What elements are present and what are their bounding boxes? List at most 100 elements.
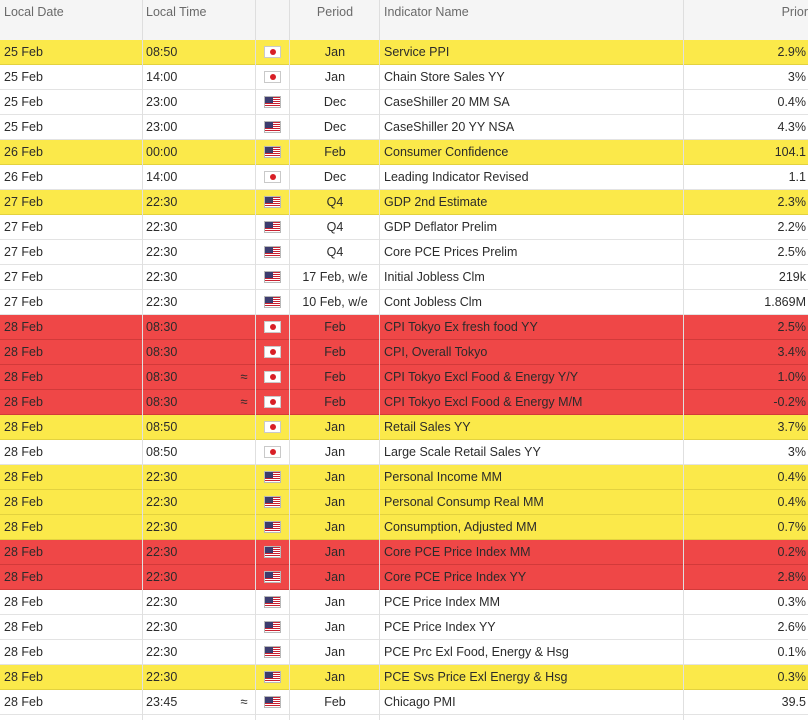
row-time: 22:30 — [146, 570, 178, 584]
row-prior: 219k — [778, 270, 806, 284]
row-time: 14:00 — [146, 70, 178, 84]
row-time: 22:30 — [146, 495, 178, 509]
table-row[interactable]: 28 Feb 22:30 Jan PCE Price Index YY 2.6% — [0, 615, 808, 640]
row-date: 28 Feb — [4, 695, 43, 709]
row-period: 10 Feb, w/e — [302, 295, 368, 309]
row-date: 26 Feb — [4, 145, 43, 159]
row-country-flag — [264, 540, 282, 564]
row-country-flag — [264, 165, 282, 189]
row-prior: 3% — [787, 445, 806, 459]
table-row[interactable]: 28 Feb 08:50 Jan Large Scale Retail Sales Y… — [0, 440, 808, 465]
table-row[interactable]: 28 Feb 22:30 Jan Core PCE Price Index YY 2.8… — [0, 565, 808, 590]
table-row[interactable]: 28 Feb 08:30 ≈ Feb CPI Tokyo Excl Food & Ene… — [0, 390, 808, 415]
row-period: Jan — [324, 445, 346, 459]
table-row[interactable]: 28 Feb 22:30 Jan Personal Income MM 0.4% — [0, 465, 808, 490]
us-flag-icon — [264, 121, 281, 133]
header-divider — [289, 0, 290, 40]
row-indicator-name: Consumer Confidence — [384, 145, 509, 159]
table-row[interactable]: 27 Feb 22:30 Q4 GDP 2nd Estimate 2.3% — [0, 190, 808, 215]
row-date: 28 Feb — [4, 470, 43, 484]
row-period: Jan — [324, 420, 346, 434]
table-row[interactable]: 28 Feb 08:50 Jan Retail Sales YY 3.7% — [0, 415, 808, 440]
header-prior[interactable]: Prior — [690, 0, 808, 40]
row-date: 25 Feb — [4, 45, 43, 59]
row-date: 28 Feb — [4, 595, 43, 609]
table-row[interactable]: 28 Feb 22:30 Jan PCE Price Index MM 0.3% — [0, 590, 808, 615]
row-country-flag — [264, 265, 282, 289]
row-date: 28 Feb — [4, 570, 43, 584]
row-prior: 39.5 — [781, 695, 806, 709]
table-row[interactable]: 28 Feb 08:30 Feb CPI Tokyo Ex fresh food YY… — [0, 315, 808, 340]
table-row[interactable]: 28 Feb 23:45 ≈ Feb Chicago PMI 39.5 — [0, 690, 808, 715]
row-time: 22:30 — [146, 545, 178, 559]
row-time: 08:50 — [146, 45, 178, 59]
table-row[interactable]: 27 Feb 22:30 10 Feb, w/e Cont Jobless Clm 1.… — [0, 290, 808, 315]
row-prior: 1.869M — [764, 295, 806, 309]
header-divider — [683, 0, 684, 40]
table-row[interactable]: 28 Feb 22:30 Jan Personal Consump Real MM 0.… — [0, 490, 808, 515]
header-local-time[interactable]: Local Time — [146, 0, 206, 40]
row-period: Jan — [324, 520, 346, 534]
row-period: Jan — [324, 645, 346, 659]
table-row[interactable]: 25 Feb 08:50 Jan Service PPI 2.9% — [0, 40, 808, 65]
us-flag-icon — [264, 646, 281, 658]
row-prior: 2.9% — [777, 45, 807, 59]
table-row[interactable]: 25 Feb 23:00 Dec CaseShiller 20 MM SA 0.4% — [0, 90, 808, 115]
japan-flag-icon — [264, 46, 281, 58]
header-indicator-name[interactable]: Indicator Name — [384, 0, 469, 40]
row-prior: 3.4% — [777, 345, 807, 359]
row-prior: 0.4% — [777, 95, 807, 109]
us-flag-icon — [264, 571, 281, 583]
row-prior: 2.6% — [777, 620, 807, 634]
row-period: Jan — [324, 70, 346, 84]
table-row[interactable]: 27 Feb 22:30 Q4 Core PCE Prices Prelim 2.5% — [0, 240, 808, 265]
row-period: Jan — [324, 620, 346, 634]
row-prior: 0.2% — [777, 545, 807, 559]
row-country-flag — [264, 465, 282, 489]
table-row[interactable]: 28 Feb 22:30 Jan Consumption, Adjusted MM 0.… — [0, 515, 808, 540]
table-row[interactable]: 25 Feb 23:00 Dec CaseShiller 20 YY NSA 4.3% — [0, 115, 808, 140]
row-country-flag — [264, 190, 282, 214]
table-row[interactable]: 28 Feb 08:30 Feb CPI, Overall Tokyo 3.4% — [0, 340, 808, 365]
row-time: 22:30 — [146, 520, 178, 534]
row-prior: 2.5% — [777, 245, 807, 259]
row-date: 27 Feb — [4, 295, 43, 309]
row-prior: 3% — [787, 70, 806, 84]
table-row[interactable]: 28 Feb 22:30 Jan PCE Svs Price Exl Energy &… — [0, 665, 808, 690]
us-flag-icon — [264, 246, 281, 258]
row-country-flag — [264, 665, 282, 689]
row-time: 00:00 — [146, 145, 178, 159]
table-row[interactable]: 28 Feb 22:30 Jan PCE Prc Exl Food, Energy &… — [0, 640, 808, 665]
row-time: 08:50 — [146, 420, 178, 434]
row-country-flag — [264, 90, 282, 114]
row-period: Q4 — [326, 220, 344, 234]
table-row[interactable]: 25 Feb 14:00 Jan Chain Store Sales YY 3% — [0, 65, 808, 90]
row-date: 28 Feb — [4, 370, 43, 384]
row-indicator-name: Chain Store Sales YY — [384, 70, 505, 84]
header-period[interactable]: Period — [290, 0, 380, 40]
us-flag-icon — [264, 696, 281, 708]
row-period: Jan — [324, 595, 346, 609]
row-indicator-name: CPI Tokyo Ex fresh food YY — [384, 320, 538, 334]
table-row[interactable]: 28 Feb 22:30 Jan Core PCE Price Index MM 0.2… — [0, 540, 808, 565]
row-indicator-name: GDP 2nd Estimate — [384, 195, 488, 209]
us-flag-icon — [264, 521, 281, 533]
table-row[interactable]: 27 Feb 22:30 17 Feb, w/e Initial Jobless Cl… — [0, 265, 808, 290]
table-row[interactable]: 28 Feb 08:30 ≈ Feb CPI Tokyo Excl Food & Ene… — [0, 365, 808, 390]
table-row[interactable]: 26 Feb 00:00 Feb Consumer Confidence 104.1 — [0, 140, 808, 165]
row-date: 28 Feb — [4, 345, 43, 359]
row-period: Jan — [324, 470, 346, 484]
row-time: 22:30 — [146, 245, 178, 259]
row-country-flag — [264, 140, 282, 164]
us-flag-icon — [264, 496, 281, 508]
header-local-date[interactable]: Local Date — [4, 0, 64, 40]
row-time: 08:30 — [146, 320, 178, 334]
row-prior: 2.8% — [777, 570, 807, 584]
row-country-flag — [264, 590, 282, 614]
approximately-icon: ≈ — [240, 394, 248, 409]
table-row[interactable]: 26 Feb 14:00 Dec Leading Indicator Revised 1… — [0, 165, 808, 190]
row-indicator-name: Large Scale Retail Sales YY — [384, 445, 541, 459]
table-row[interactable]: 27 Feb 22:30 Q4 GDP Deflator Prelim 2.2% — [0, 215, 808, 240]
japan-flag-icon — [264, 321, 281, 333]
column-divider — [142, 40, 143, 720]
